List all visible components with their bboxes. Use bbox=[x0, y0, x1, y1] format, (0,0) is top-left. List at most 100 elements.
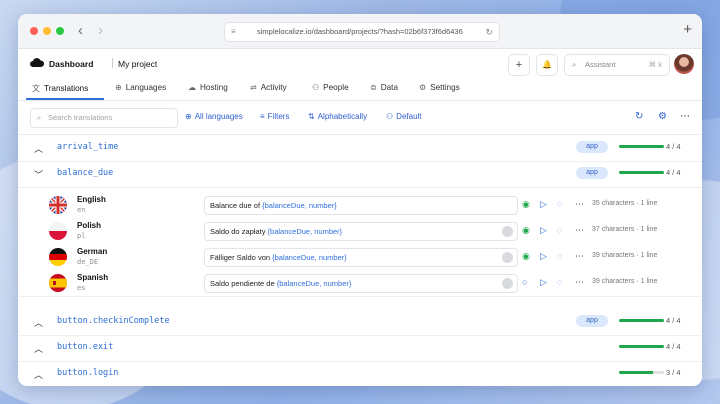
comment-icon[interactable]: ◌ bbox=[557, 251, 562, 261]
key-row-button-login[interactable]: ︿ button.login 3 / 4 bbox=[18, 361, 702, 386]
address-bar[interactable]: ≡ simplelocalize.io/dashboard/projects/?… bbox=[224, 22, 500, 42]
tab-settings[interactable]: ⚙ Settings bbox=[419, 83, 460, 92]
tab-people[interactable]: ⚇ People bbox=[312, 83, 349, 92]
settings-icon[interactable]: ⚙ bbox=[658, 111, 667, 122]
chevron-up-icon[interactable]: ︿ bbox=[34, 342, 43, 355]
auto-translate-icon[interactable] bbox=[502, 252, 513, 263]
translation-input[interactable]: Saldo pendiente de {balanceDue, number} bbox=[204, 274, 518, 293]
reviewed-check-icon[interactable]: ◉ bbox=[522, 199, 530, 209]
translation-placeholder: {balanceDue, number} bbox=[272, 253, 347, 262]
comment-icon[interactable]: ◌ bbox=[557, 277, 562, 287]
people-icon: ⚇ bbox=[312, 83, 320, 92]
germany-flag-icon bbox=[49, 248, 67, 266]
more-icon[interactable]: ⋯ bbox=[575, 277, 584, 287]
cloud-logo-icon[interactable] bbox=[30, 58, 44, 67]
view-button[interactable]: ⚇ Default bbox=[386, 112, 422, 121]
more-icon[interactable]: ⋯ bbox=[575, 251, 584, 261]
browser-toolbar: ‹ › ≡ simplelocalize.io/dashboard/projec… bbox=[18, 14, 702, 49]
notifications-bell-icon[interactable]: 🔔 bbox=[536, 54, 558, 76]
user-avatar[interactable] bbox=[674, 54, 694, 74]
minimize-window-button[interactable] bbox=[43, 27, 51, 35]
tab-data[interactable]: ⊜ Data bbox=[370, 83, 398, 92]
comment-icon[interactable]: ◌ bbox=[557, 225, 562, 235]
chevron-up-icon[interactable]: ︿ bbox=[34, 316, 43, 329]
poland-flag-icon bbox=[49, 222, 67, 240]
more-icon[interactable]: ⋯ bbox=[575, 199, 584, 209]
database-icon: ⊜ bbox=[370, 83, 377, 92]
close-window-button[interactable] bbox=[30, 27, 38, 35]
translation-input[interactable]: Balance due of {balanceDue, number} bbox=[204, 196, 518, 215]
search-icon: ⌕ bbox=[37, 113, 42, 122]
search-input[interactable]: ⌕ Search translations bbox=[30, 108, 178, 128]
breadcrumb-dashboard[interactable]: Dashboard bbox=[49, 59, 93, 69]
view-icon: ⚇ bbox=[386, 112, 394, 121]
reload-icon[interactable]: ↻ bbox=[485, 23, 493, 41]
review-pending-icon[interactable]: ○ bbox=[522, 277, 527, 287]
chevron-up-icon[interactable]: ︿ bbox=[34, 368, 43, 381]
chevron-up-icon[interactable]: ︿ bbox=[34, 142, 43, 155]
assistant-search-button[interactable]: ⌕ Assistant ⌘ k bbox=[564, 54, 670, 76]
language-code: es bbox=[77, 284, 86, 292]
new-tab-icon[interactable]: + bbox=[683, 21, 692, 38]
key-row-arrival-time[interactable]: ︿ arrival_time app 4 / 4 bbox=[18, 135, 702, 162]
all-languages-label: All languages bbox=[194, 112, 243, 121]
more-options-icon[interactable]: ⋯ bbox=[680, 111, 690, 122]
key-name[interactable]: button.exit bbox=[57, 342, 113, 352]
tab-languages[interactable]: ⊕ Languages bbox=[115, 83, 166, 92]
translation-input[interactable]: Fälliger Saldo von {balanceDue, number} bbox=[204, 248, 518, 267]
globe-icon: ⊕ bbox=[115, 83, 122, 92]
progress-ratio: 4 / 4 bbox=[666, 142, 681, 151]
site-settings-icon[interactable]: ≡ bbox=[231, 23, 236, 41]
key-name[interactable]: balance_due bbox=[57, 168, 113, 178]
search-placeholder: Search translations bbox=[48, 113, 113, 122]
key-name[interactable]: button.login bbox=[57, 368, 118, 378]
translation-placeholder: {balanceDue, number} bbox=[262, 201, 337, 210]
language-code: de_DE bbox=[77, 258, 99, 266]
browser-window: ‹ › ≡ simplelocalize.io/dashboard/projec… bbox=[18, 14, 702, 386]
play-icon[interactable]: ▷ bbox=[540, 251, 547, 261]
play-icon[interactable]: ▷ bbox=[540, 199, 547, 209]
key-name[interactable]: arrival_time bbox=[57, 142, 118, 152]
all-languages-button[interactable]: ⊕ All languages bbox=[185, 112, 243, 121]
forward-icon[interactable]: › bbox=[98, 22, 103, 40]
sort-icon: ⇅ bbox=[308, 112, 315, 121]
tab-hosting[interactable]: ☁ Hosting bbox=[188, 83, 228, 92]
breadcrumb-divider bbox=[112, 58, 113, 68]
auto-translate-icon[interactable] bbox=[502, 278, 513, 289]
tab-activity[interactable]: ⇌ Activity bbox=[250, 83, 287, 92]
key-row-balance-due[interactable]: ﹀ balance_due app 4 / 4 bbox=[18, 161, 702, 188]
key-row-button-checkincomplete[interactable]: ︿ button.checkinComplete app 4 / 4 bbox=[18, 309, 702, 336]
tab-label: Activity bbox=[260, 83, 287, 92]
key-name[interactable]: button.checkinComplete bbox=[57, 316, 170, 326]
progress-ratio: 4 / 4 bbox=[666, 342, 681, 351]
language-code: pl bbox=[77, 232, 86, 240]
more-icon[interactable]: ⋯ bbox=[575, 225, 584, 235]
tab-label: Languages bbox=[125, 83, 167, 92]
breadcrumb-project[interactable]: My project bbox=[118, 59, 157, 69]
translation-row-german: German de_DE Fälliger Saldo von {balance… bbox=[18, 245, 702, 271]
tab-translations[interactable]: 文 Translations bbox=[32, 83, 88, 94]
chevron-down-icon[interactable]: ﹀ bbox=[34, 168, 43, 181]
translation-input[interactable]: Saldo do zapłaty {balanceDue, number} bbox=[204, 222, 518, 241]
progress-bar bbox=[619, 371, 664, 374]
play-icon[interactable]: ▷ bbox=[540, 225, 547, 235]
view-label: Default bbox=[396, 112, 422, 121]
auto-translate-icon[interactable] bbox=[502, 226, 513, 237]
refresh-icon[interactable]: ↻ bbox=[635, 111, 643, 122]
reviewed-check-icon[interactable]: ◉ bbox=[522, 225, 530, 235]
assistant-shortcut: ⌘ k bbox=[648, 60, 662, 69]
progress-ratio: 4 / 4 bbox=[666, 168, 681, 177]
reviewed-check-icon[interactable]: ◉ bbox=[522, 251, 530, 261]
filters-button[interactable]: ≡ Filters bbox=[260, 112, 289, 121]
back-icon[interactable]: ‹ bbox=[78, 22, 83, 40]
maximize-window-button[interactable] bbox=[56, 27, 64, 35]
expanded-translations: English en Balance due of {balanceDue, n… bbox=[18, 187, 702, 297]
sort-button[interactable]: ⇅ Alphabetically bbox=[308, 112, 367, 121]
comment-icon[interactable]: ◌ bbox=[557, 199, 562, 209]
add-button[interactable]: + bbox=[508, 54, 530, 76]
filter-icon: ≡ bbox=[260, 112, 265, 121]
key-row-button-exit[interactable]: ︿ button.exit 4 / 4 bbox=[18, 335, 702, 362]
play-icon[interactable]: ▷ bbox=[540, 277, 547, 287]
character-count: 37 characters · 1 line bbox=[592, 226, 658, 233]
cloud-icon: ☁ bbox=[188, 83, 196, 92]
